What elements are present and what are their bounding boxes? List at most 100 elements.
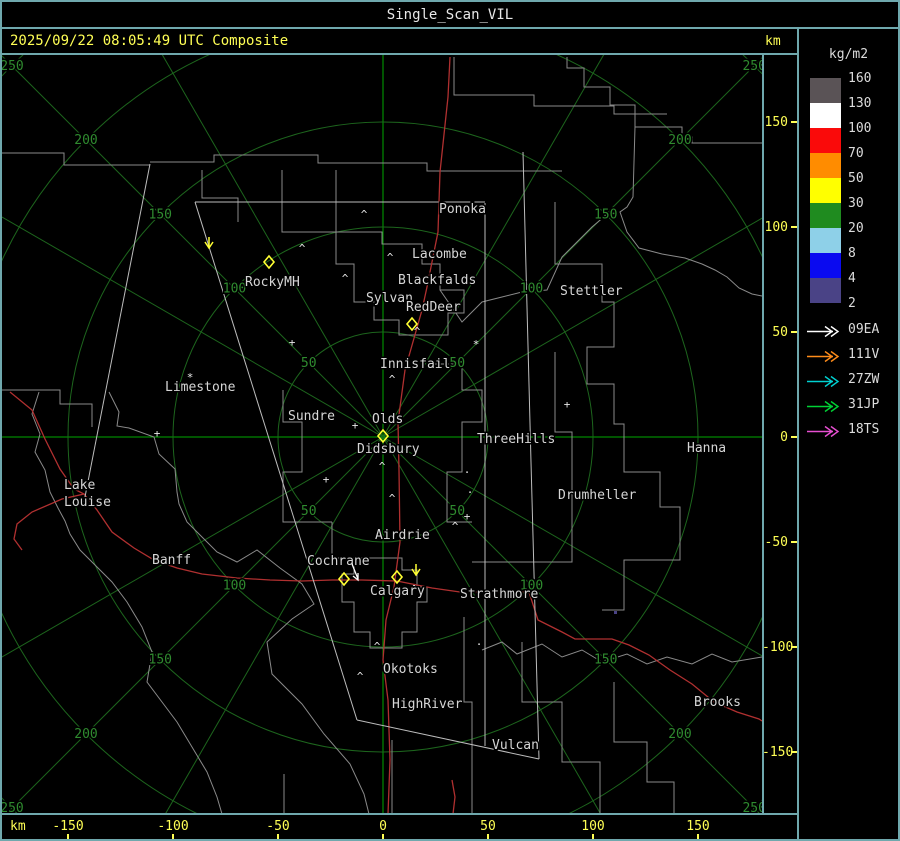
- colorbar-step-label: 2: [848, 296, 856, 311]
- track-legend-row: 09EA: [806, 323, 896, 338]
- map-boundary: [2, 389, 93, 427]
- town-marker-icon: ^: [374, 640, 381, 653]
- track-arrow-icon: [807, 375, 840, 388]
- right-axis-tick-label: -150: [762, 745, 794, 760]
- city-label: Louise: [64, 495, 111, 510]
- ring-distance-label: 200: [74, 133, 97, 148]
- bottom-axis: km -150 -100 -50 0 50 100 150: [2, 815, 797, 839]
- colorbar-unit-label: kg/m2: [828, 47, 869, 62]
- track-legend-row: 31JP: [806, 398, 896, 413]
- radar-map-canvas[interactable]: 50 50 50 50 100 100 100 100 150 150 150 150 200 200 20…: [2, 2, 898, 839]
- track-id-label: 27ZW: [848, 372, 880, 387]
- colorbar-step-label: 4: [848, 271, 856, 286]
- scan-area-outline: [83, 163, 151, 503]
- city-label: Cochrane: [307, 554, 370, 569]
- bottom-axis-tick: [382, 834, 384, 839]
- colorbar-swatch: [810, 203, 841, 228]
- ring-distance-label: 50: [301, 356, 317, 371]
- city-label: Innisfail: [380, 357, 450, 372]
- bottom-axis-unit-label: km: [10, 819, 26, 834]
- bottom-axis-tick-label: -100: [157, 819, 189, 834]
- ring-distance-label: 150: [594, 653, 617, 668]
- right-axis-tick-label: 50: [772, 325, 788, 340]
- track-legend-row: 111V: [806, 347, 896, 363]
- radar-site-icon: [262, 254, 276, 270]
- city-label: Vulcan: [492, 738, 539, 753]
- colorbar-swatch: [810, 153, 841, 178]
- ring-distance-label: 250: [742, 801, 762, 813]
- colorbar-step-label: 8: [848, 246, 856, 261]
- track-id-label: 111V: [848, 347, 880, 362]
- town-marker-icon: +: [154, 427, 161, 440]
- city-label: Sundre: [288, 409, 335, 424]
- track-id-label: 18TS: [848, 422, 880, 437]
- bottom-axis-tick-label: 50: [480, 819, 496, 834]
- ring-distance-label: 50: [301, 504, 317, 519]
- right-axis-unit-label: km: [765, 34, 781, 49]
- track-arrow-icon: [807, 350, 840, 363]
- highway-line: [9, 391, 86, 551]
- track-arrow-icon: [807, 325, 840, 338]
- city-label: Stettler: [560, 284, 623, 299]
- track-legend-row: 18TS: [806, 422, 896, 438]
- radar-app-window: Single_Scan_VIL 2025/09/22 08:05:49 UTC …: [0, 0, 900, 841]
- ring-distance-label: 100: [223, 282, 246, 297]
- vil-echo-cell: [614, 611, 617, 614]
- city-label: Banff: [152, 553, 191, 568]
- city-label: Blackfalds: [398, 273, 476, 288]
- town-marker-icon: +: [289, 336, 296, 349]
- ring-distance-label: 250: [2, 59, 24, 74]
- bottom-axis-tick-label: 100: [581, 819, 605, 834]
- track-arrow-icon: [807, 425, 840, 438]
- track-arrow-icon: [807, 400, 840, 413]
- bottom-axis-tick: [277, 834, 279, 839]
- town-marker-icon: ^: [299, 242, 306, 255]
- map-boundary: [108, 391, 370, 815]
- city-label: HighRiver: [392, 697, 463, 712]
- city-label: Brooks: [694, 695, 741, 710]
- city-label: Didsbury: [357, 442, 420, 457]
- ring-distance-label: 100: [223, 578, 246, 593]
- colorbar-swatch: [810, 78, 841, 103]
- map-boundary: [472, 352, 573, 563]
- bottom-axis-tick-label: 0: [379, 819, 387, 834]
- title-bar: Single_Scan_VIL: [2, 2, 898, 27]
- city-label: Lake: [64, 478, 95, 493]
- scan-area-outline: [522, 151, 540, 760]
- map-boundary: [281, 170, 337, 233]
- ring-distance-label: 50: [449, 356, 465, 371]
- scan-timestamp: 2025/09/22 08:05:49 UTC Composite: [10, 33, 289, 49]
- colorbar-step-label: 130: [848, 96, 872, 111]
- bottom-axis-tick-label: -50: [266, 819, 290, 834]
- right-axis-tick-label: -100: [762, 640, 794, 655]
- town-marker-icon: ^: [389, 373, 396, 386]
- map-boundary: [463, 617, 473, 814]
- bottom-axis-tick: [697, 834, 699, 839]
- right-axis-tick-label: 0: [780, 430, 788, 445]
- town-marker-icon: +: [564, 398, 571, 411]
- ring-distance-label: 150: [149, 207, 172, 222]
- range-ring: [2, 16, 804, 839]
- ring-distance-label: 250: [2, 801, 24, 813]
- colorbar-step-label: 20: [848, 221, 864, 236]
- colorbar-swatch: [810, 178, 841, 203]
- ring-distance-label: 150: [594, 207, 617, 222]
- colorbar-swatch: [810, 103, 841, 128]
- city-label: Strathmore: [460, 587, 538, 602]
- map-boundary: [613, 682, 675, 814]
- city-label: Ponoka: [439, 202, 486, 217]
- ring-distance-label: 200: [668, 133, 691, 148]
- colorbar-step-label: 50: [848, 171, 864, 186]
- ring-distance-label: 100: [520, 282, 543, 297]
- colorbar-step-label: 100: [848, 121, 872, 136]
- town-marker-icon: +: [464, 510, 471, 523]
- bottom-axis-tick: [487, 834, 489, 839]
- town-marker-icon: +: [323, 473, 330, 486]
- window-title: Single_Scan_VIL: [386, 6, 514, 23]
- bottom-axis-tick-label: -150: [52, 819, 84, 834]
- town-marker-icon: ^: [342, 272, 349, 285]
- right-axis-tick-label: 100: [764, 220, 788, 235]
- right-axis-tick-label: -50: [764, 535, 788, 550]
- ring-distance-label: 150: [149, 653, 172, 668]
- bottom-axis-tick: [592, 834, 594, 839]
